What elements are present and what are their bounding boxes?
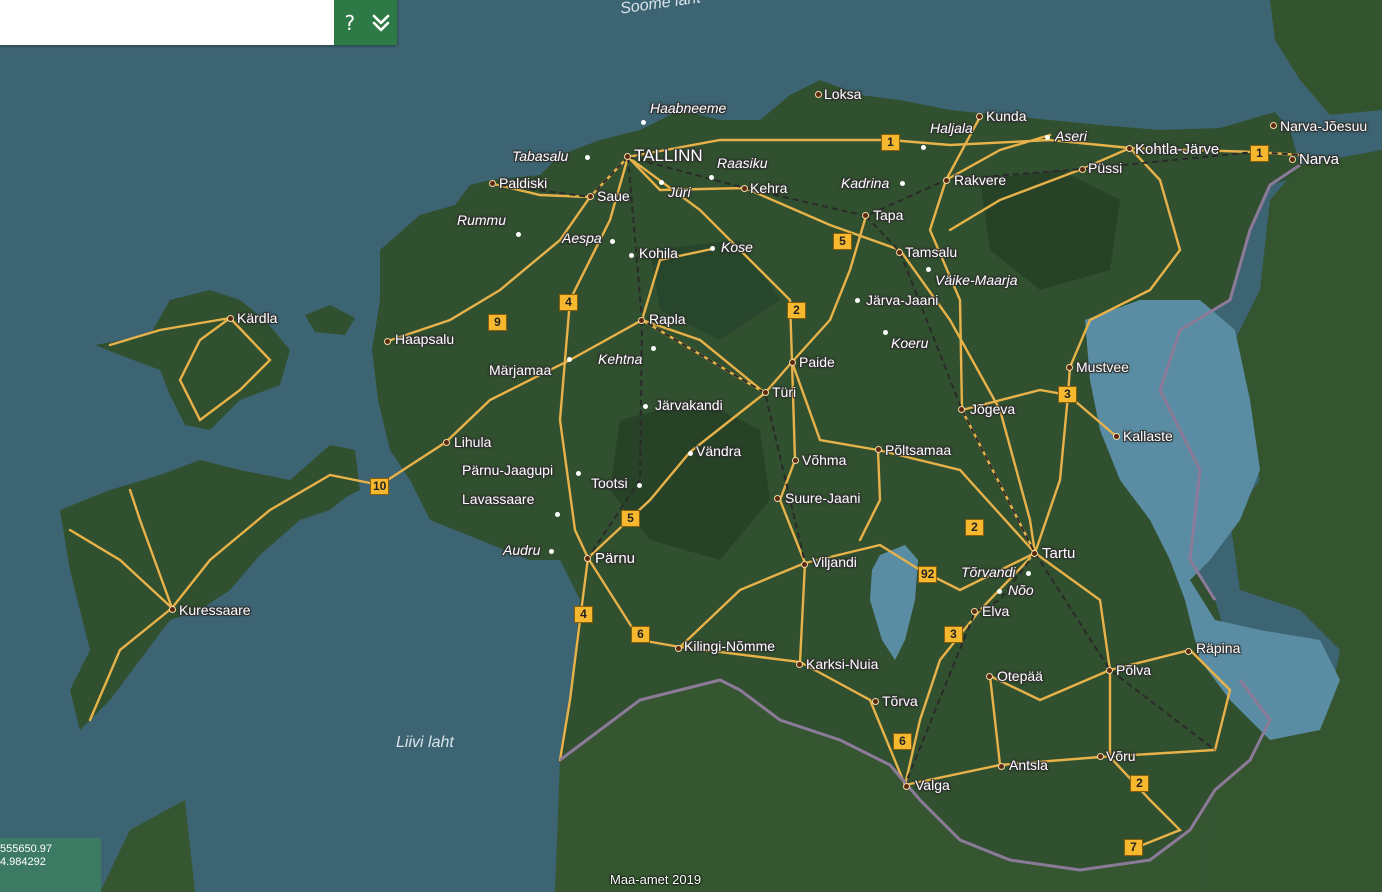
road-shield: 92: [918, 566, 938, 583]
place-marker[interactable]: [1185, 648, 1192, 655]
road-shield: 2: [787, 302, 806, 319]
double-chevron-down-icon: [372, 14, 390, 31]
place-marker[interactable]: [169, 606, 176, 613]
place-marker[interactable]: [958, 406, 965, 413]
place-marker[interactable]: [1079, 166, 1086, 173]
place-marker[interactable]: [710, 246, 715, 251]
road-shield: 10: [370, 478, 390, 495]
place-marker[interactable]: [629, 253, 634, 258]
help-button[interactable]: ?: [337, 8, 363, 38]
place-marker[interactable]: [637, 483, 642, 488]
search-panel: ?: [0, 0, 397, 45]
map-attribution: Maa-amet 2019: [610, 872, 702, 887]
road-shield: 7: [1124, 839, 1143, 856]
road-shield: 9: [488, 314, 507, 331]
place-marker[interactable]: [585, 155, 590, 160]
road-shield: 1: [881, 134, 900, 151]
place-marker[interactable]: [986, 673, 993, 680]
place-marker[interactable]: [688, 451, 693, 456]
place-marker[interactable]: [900, 181, 905, 186]
place-marker[interactable]: [855, 298, 860, 303]
place-marker[interactable]: [762, 389, 769, 396]
place-marker[interactable]: [862, 212, 869, 219]
place-marker[interactable]: [741, 185, 748, 192]
road-shield: 4: [559, 294, 578, 311]
place-marker[interactable]: [1289, 156, 1296, 163]
place-marker[interactable]: [976, 113, 983, 120]
place-marker[interactable]: [801, 561, 808, 568]
road-shield: 3: [1058, 386, 1077, 403]
place-marker[interactable]: [567, 357, 572, 362]
place-marker[interactable]: [1113, 433, 1120, 440]
place-marker[interactable]: [789, 359, 796, 366]
place-marker[interactable]: [883, 330, 888, 335]
place-marker[interactable]: [651, 346, 656, 351]
place-marker[interactable]: [1066, 364, 1073, 371]
road-shield: 2: [1130, 775, 1149, 792]
place-marker[interactable]: [675, 645, 682, 652]
road-shield: 5: [621, 510, 640, 527]
place-marker[interactable]: [926, 267, 931, 272]
place-marker[interactable]: [624, 153, 631, 160]
coordinate-line: 4.984292: [0, 856, 46, 868]
place-marker[interactable]: [815, 91, 822, 98]
search-panel-buttons: ?: [334, 0, 397, 45]
road-shield: 1: [1250, 145, 1269, 162]
place-marker[interactable]: [921, 145, 926, 150]
road-shield: 5: [833, 233, 852, 250]
map-view[interactable]: Soome laht Liivi laht TALLINN Paldiski T…: [0, 0, 1382, 892]
place-marker[interactable]: [1031, 550, 1038, 557]
place-marker[interactable]: [875, 446, 882, 453]
place-marker[interactable]: [1106, 667, 1113, 674]
coordinate-line: 555650.97: [0, 843, 52, 855]
expand-panel-button[interactable]: [368, 8, 394, 38]
place-marker[interactable]: [943, 177, 950, 184]
map-canvas[interactable]: [0, 0, 1382, 892]
road-shield: 3: [944, 626, 963, 643]
place-marker[interactable]: [555, 512, 560, 517]
place-marker[interactable]: [872, 698, 879, 705]
search-input[interactable]: [0, 0, 334, 45]
road-shield: 6: [893, 733, 912, 750]
place-marker[interactable]: [1097, 753, 1104, 760]
place-marker[interactable]: [610, 239, 615, 244]
road-shield: 6: [631, 626, 650, 643]
place-marker[interactable]: [896, 249, 903, 256]
place-marker[interactable]: [641, 120, 646, 125]
place-marker[interactable]: [997, 589, 1002, 594]
place-marker[interactable]: [709, 175, 714, 180]
road-shield: 4: [574, 606, 593, 623]
place-marker[interactable]: [643, 404, 648, 409]
place-marker[interactable]: [1045, 135, 1050, 140]
place-marker[interactable]: [549, 549, 554, 554]
coordinates-display: 555650.97 4.984292: [0, 838, 101, 892]
place-marker[interactable]: [489, 180, 496, 187]
place-marker[interactable]: [796, 661, 803, 668]
place-marker[interactable]: [587, 193, 594, 200]
place-marker[interactable]: [638, 317, 645, 324]
place-marker[interactable]: [998, 763, 1005, 770]
place-marker[interactable]: [792, 457, 799, 464]
place-marker[interactable]: [384, 338, 391, 345]
place-marker[interactable]: [584, 555, 591, 562]
road-shield: 2: [965, 519, 984, 536]
place-marker[interactable]: [1126, 145, 1133, 152]
place-marker[interactable]: [971, 608, 978, 615]
place-marker[interactable]: [774, 495, 781, 502]
place-marker[interactable]: [443, 439, 450, 446]
place-marker[interactable]: [659, 180, 664, 185]
place-marker[interactable]: [903, 783, 910, 790]
place-marker[interactable]: [1026, 571, 1031, 576]
place-marker[interactable]: [516, 232, 521, 237]
place-marker[interactable]: [1270, 122, 1277, 129]
place-marker[interactable]: [576, 471, 581, 476]
place-marker[interactable]: [227, 315, 234, 322]
